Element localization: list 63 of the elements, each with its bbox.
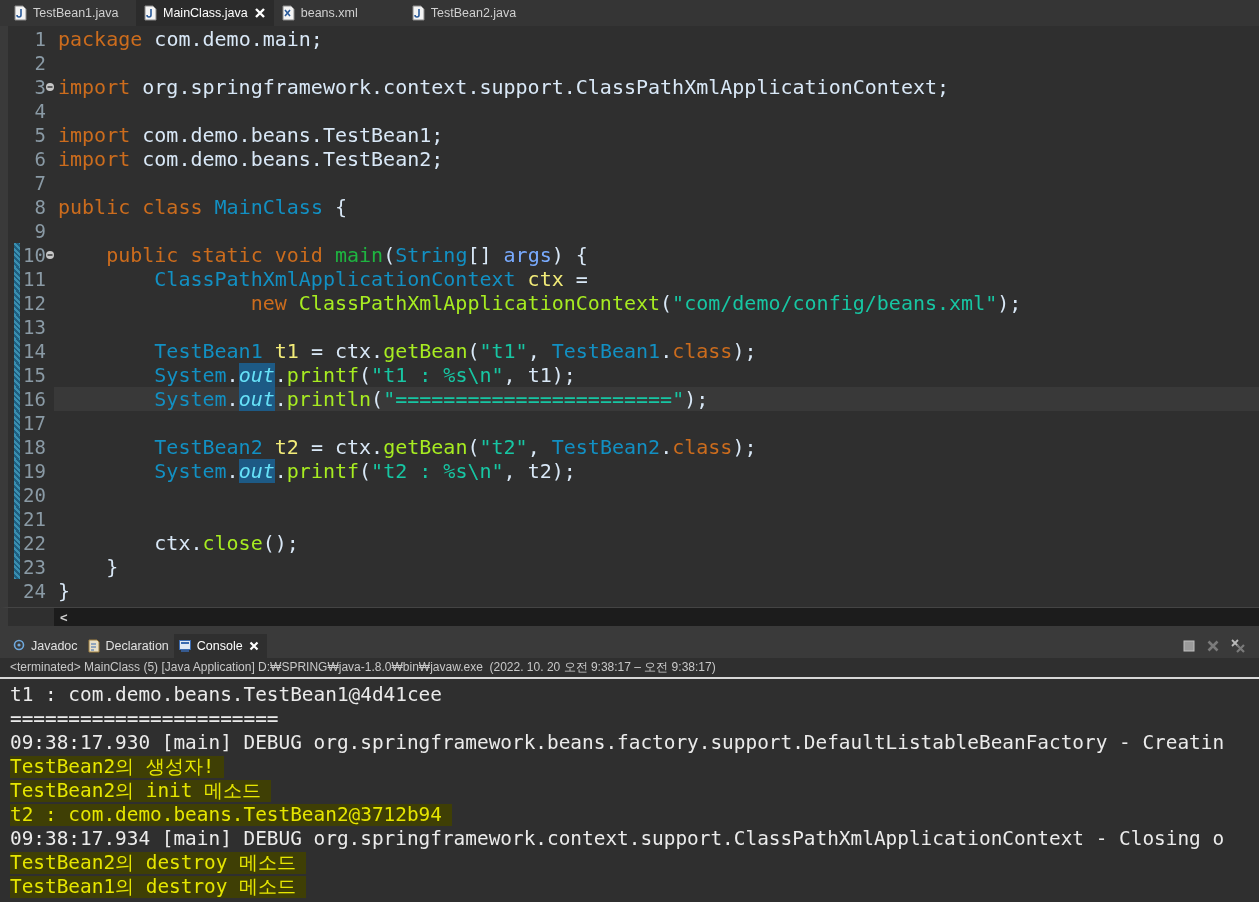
collapse-icon[interactable] [46,251,54,259]
view-tab[interactable]: Javadoc [8,634,83,658]
line-number: 18 [22,435,46,459]
console-line: ======================= [10,708,279,730]
code-line: ctx.close(); [153,531,299,555]
line-number: 6 [33,147,46,171]
line-number: 8 [33,195,46,219]
line-number: 13 [22,315,46,339]
code-line: } [105,555,119,579]
monitor-icon [178,639,191,653]
line-number: 12 [22,291,46,315]
line-number: 20 [22,483,46,507]
line-number: 17 [22,411,46,435]
code-line: System.out.printf("t2 : %s\n", t2); [153,459,576,483]
line-number: 11 [22,267,46,291]
line-number: 14 [22,339,46,363]
code-line: TestBean1 t1 = ctx.getBean("t1", TestBean1.class); [153,339,757,363]
code-line: public static void main(String[] args) { [105,243,588,267]
line-number: 15 [22,363,46,387]
line-number: 24 [22,579,46,603]
code-line: TestBean2 t2 = ctx.getBean("t2", TestBean2.class); [153,435,757,459]
close-all-icon[interactable] [1231,639,1245,653]
file-icon [144,5,157,21]
editor-tab[interactable]: MainClass.java [136,0,274,26]
editor-tab[interactable]: TestBean2.java [403,0,534,26]
code-line: import com.demo.beans.TestBean2; [58,147,444,171]
code-line: import com.demo.beans.TestBean1; [58,123,444,147]
console-line: t1 : com.demo.beans.TestBean1@4d41cee [10,684,442,706]
file-icon [281,5,295,21]
scrollbar[interactable]: < [54,608,1259,626]
line-number: 1 [33,27,46,51]
code-line: public class MainClass { [58,195,347,219]
view-tab[interactable]: Declaration [82,634,174,658]
line-number: 19 [22,459,46,483]
code-line: new ClassPathXmlApplicationContext("com/demo/config/beans.xml"); [249,291,1022,315]
line-number: 10 [22,243,46,267]
file-icon [14,5,27,21]
code-line: System.out.println("======================="); [153,387,709,411]
line-number: 4 [33,99,46,123]
file-icon [411,5,425,21]
line-number: 3 [33,75,46,99]
line-number: 7 [33,171,46,195]
code-line: } [58,579,71,603]
editor-tab[interactable]: TestBean1.java [6,0,136,26]
view-tab[interactable]: Console [173,634,267,658]
line-number: 16 [22,387,46,411]
code-line: import org.springframework.context.support.ClassPathXmlApplicationContext; [58,75,950,99]
line-number: 22 [22,531,46,555]
line-number: 21 [22,507,46,531]
document-icon [87,639,100,653]
console-line: 09:38:17.934 [main] DEBUG org.springframework.context.support.ClassPathXmlApplicationContext - Closing o [10,828,1225,850]
line-number: 2 [33,51,46,75]
code-line: package com.demo.main; [58,27,323,51]
line-number: 9 [33,219,46,243]
stop-icon[interactable] [1183,640,1195,652]
code-line: ClassPathXmlApplicationContext ctx = [153,267,588,291]
editor-tab[interactable]: beans.xml [273,0,404,26]
code-line: System.out.printf("t1 : %s\n", t1); [153,363,576,387]
line-number: 23 [22,555,46,579]
console-line: 09:38:17.930 [main] DEBUG org.springframework.beans.factory.support.DefaultListableBeanFactory - Creatin [10,732,1225,754]
console-status: <terminated> MainClass (5) [Java Application] D:₩SPRING₩java-1.8.0₩bin₩javaw.exe (2022. 10. 20 오전 9:38:17 – 오전 9:38:17) [10,659,716,676]
collapse-icon[interactable] [46,83,54,91]
line-number: 5 [33,123,46,147]
